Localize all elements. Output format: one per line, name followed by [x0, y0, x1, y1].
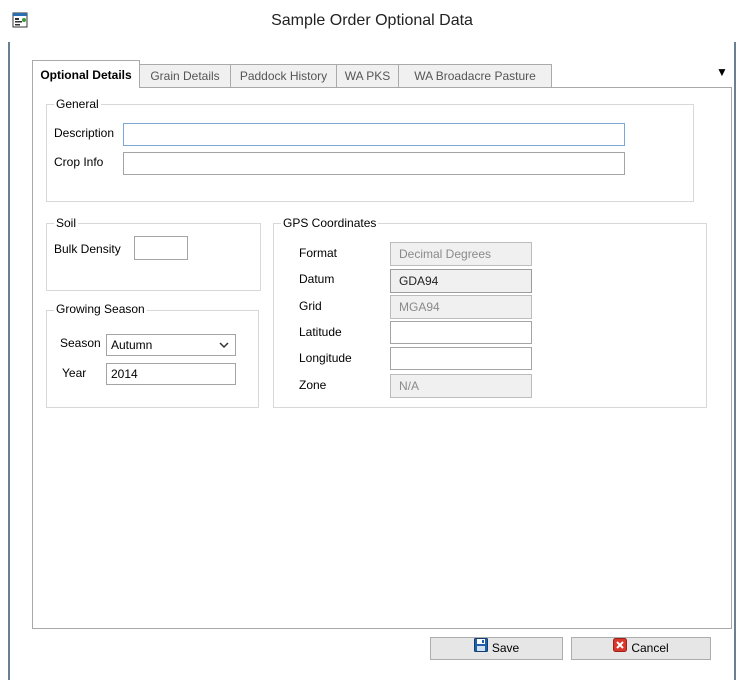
save-button[interactable]: Save — [430, 637, 563, 660]
crop-info-input[interactable] — [123, 152, 625, 175]
tab-label: WA Broadacre Pasture — [414, 69, 536, 83]
soil-group-title: Soil — [54, 216, 79, 230]
grid-label: Grid — [299, 299, 322, 313]
cancel-button-label: Cancel — [631, 641, 669, 655]
tab-overflow-button[interactable]: ▼ — [714, 62, 730, 82]
tab-paddock-history[interactable]: Paddock History — [230, 64, 337, 87]
crop-info-label: Crop Info — [54, 155, 104, 169]
datum-field: GDA94 — [390, 269, 532, 293]
gps-coordinates-group-title: GPS Coordinates — [281, 216, 379, 230]
format-label: Format — [299, 246, 338, 260]
app-window-icon[interactable] — [12, 12, 28, 28]
window-border-right — [734, 0, 736, 680]
close-button[interactable]: × — [710, 8, 734, 30]
datum-label: Datum — [299, 272, 335, 286]
tab-label: Paddock History — [239, 69, 328, 83]
tab-label: Grain Details — [150, 69, 220, 83]
close-icon: × — [718, 10, 726, 25]
bulk-density-label: Bulk Density — [54, 242, 121, 256]
season-label: Season — [60, 336, 101, 350]
latitude-label: Latitude — [299, 325, 342, 339]
tab-grain-details[interactable]: Grain Details — [139, 64, 231, 87]
cancel-button[interactable]: Cancel — [571, 637, 711, 660]
season-select[interactable]: Autumn — [106, 334, 236, 356]
description-label: Description — [54, 126, 115, 140]
zone-label: Zone — [299, 378, 327, 392]
year-label: Year — [62, 366, 87, 380]
red-x-icon — [613, 638, 628, 659]
tab-wa-pks[interactable]: WA PKS — [336, 64, 399, 87]
general-group-title: General — [54, 97, 101, 111]
latitude-input[interactable] — [390, 321, 532, 344]
tab-label: Optional Details — [40, 68, 132, 82]
chevron-down-icon: ▼ — [716, 65, 728, 79]
tab-label: WA PKS — [344, 69, 391, 83]
description-input[interactable] — [123, 123, 625, 146]
chevron-down-icon[interactable] — [219, 335, 229, 362]
window-title: Sample Order Optional Data — [271, 12, 473, 29]
year-input[interactable]: 2014 — [106, 363, 236, 385]
bulk-density-input[interactable] — [134, 236, 188, 260]
zone-field: N/A — [390, 374, 532, 398]
floppy-disk-icon — [473, 638, 488, 659]
season-select-value: Autumn — [111, 338, 153, 352]
format-field: Decimal Degrees — [390, 242, 532, 266]
tab-wa-broadacre-pasture[interactable]: WA Broadacre Pasture — [398, 64, 552, 87]
save-button-label: Save — [491, 641, 520, 655]
longitude-input[interactable] — [390, 347, 532, 370]
growing-season-group-title: Growing Season — [54, 302, 147, 316]
grid-field: MGA94 — [390, 295, 532, 319]
window-border-left — [8, 0, 10, 680]
longitude-label: Longitude — [299, 351, 352, 365]
tab-optional-details[interactable]: Optional Details — [32, 60, 140, 88]
